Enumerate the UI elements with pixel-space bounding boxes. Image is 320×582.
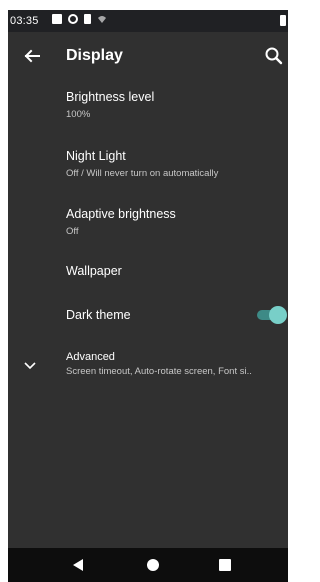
dark-theme-item[interactable]: Dark theme xyxy=(8,308,288,338)
advanced-title: Advanced xyxy=(66,351,115,363)
back-arrow-icon[interactable] xyxy=(20,44,44,68)
adaptive-brightness-title: Adaptive brightness xyxy=(66,207,176,221)
battery-icon xyxy=(280,15,286,26)
status-icons xyxy=(52,14,107,24)
app-bar: Display xyxy=(8,32,288,80)
document-notification-icon xyxy=(84,14,91,24)
phone-screen: 03:35 Display Brightness level 100% Nigh… xyxy=(8,10,288,582)
adaptive-brightness-item[interactable]: Adaptive brightness Off xyxy=(8,207,288,251)
wallpaper-item[interactable]: Wallpaper xyxy=(8,264,288,294)
wallpaper-title: Wallpaper xyxy=(66,264,122,278)
brightness-level-summary: 100% xyxy=(66,109,91,120)
dark-theme-toggle[interactable] xyxy=(257,306,287,324)
night-light-title: Night Light xyxy=(66,149,126,163)
brightness-level-item[interactable]: Brightness level 100% xyxy=(8,90,288,134)
page-title: Display xyxy=(66,47,123,64)
toggle-thumb xyxy=(269,306,287,324)
search-icon[interactable] xyxy=(262,44,286,68)
brightness-level-title: Brightness level xyxy=(66,90,155,104)
sync-notification-icon xyxy=(68,14,78,24)
nav-recents-icon[interactable] xyxy=(219,559,231,571)
nav-back-icon[interactable] xyxy=(71,558,85,572)
image-notification-icon xyxy=(52,14,62,24)
status-bar: 03:35 xyxy=(8,10,288,32)
wifi-icon xyxy=(98,16,106,23)
night-light-summary: Off / Will never turn on automatically xyxy=(66,168,219,179)
adaptive-brightness-summary: Off xyxy=(66,226,79,237)
status-time: 03:35 xyxy=(10,15,39,27)
night-light-item[interactable]: Night Light Off / Will never turn on aut… xyxy=(8,149,288,193)
dark-theme-title: Dark theme xyxy=(66,308,131,322)
nav-home-icon[interactable] xyxy=(147,559,159,571)
navigation-bar xyxy=(8,548,288,582)
advanced-item[interactable]: Advanced Screen timeout, Auto-rotate scr… xyxy=(8,351,288,387)
advanced-summary: Screen timeout, Auto-rotate screen, Font… xyxy=(66,366,252,377)
